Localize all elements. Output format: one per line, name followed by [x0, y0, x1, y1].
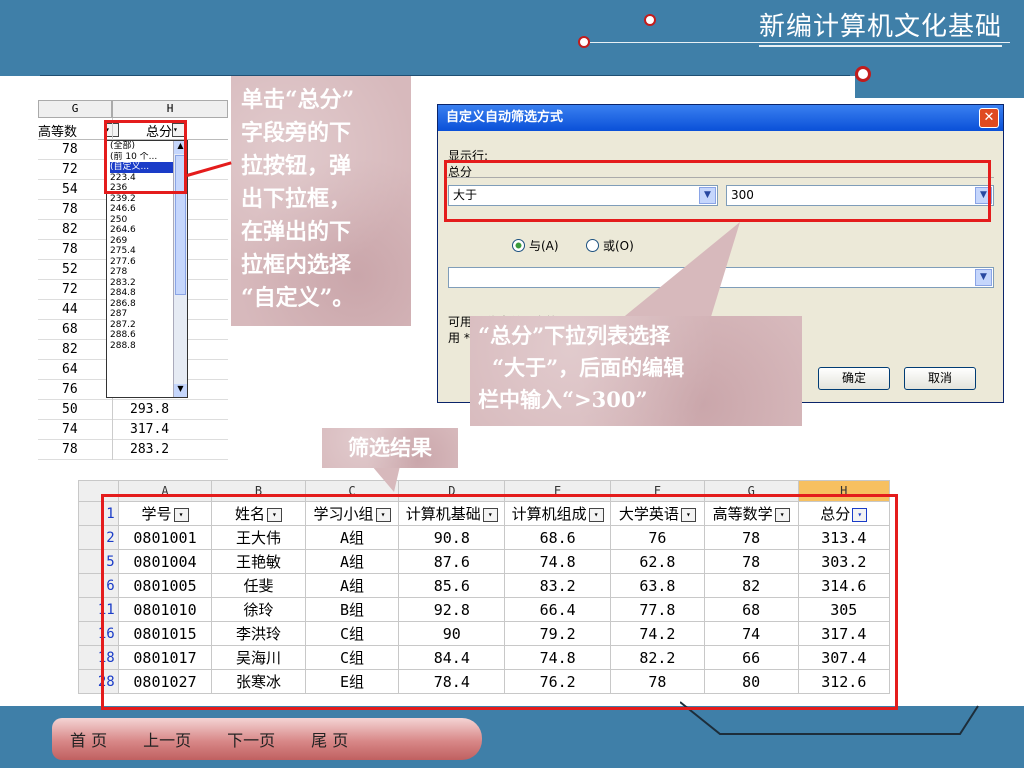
nav-last-button[interactable]: 尾 页 [293, 727, 366, 751]
dropdown-item[interactable]: 284.8 [110, 288, 174, 299]
callout-line: 拉按钮，弹 [241, 153, 352, 179]
and-label: 与(A) [529, 239, 559, 253]
scroll-down-icon[interactable]: ▼ [174, 384, 187, 397]
cancel-button[interactable]: 取消 [904, 367, 976, 390]
gaodeng-cell: 54 [62, 182, 78, 197]
callout-left-text: 单击“总分” 字段旁的下拉按钮，弹出下拉框， 在弹出的下拉框内选择 “自定义”。 [241, 84, 411, 315]
result-label: 筛选结果 [322, 428, 458, 468]
dropdown-item[interactable]: 277.6 [110, 257, 174, 268]
callout-right: “总分”下拉列表选择 “大于”，后面的编辑栏中输入“>300” [470, 316, 802, 426]
dropdown-item[interactable]: 269 [110, 236, 174, 247]
zongfen-cell: 317.4 [130, 422, 170, 437]
callout-line: 栏中输入“>300” [478, 387, 648, 412]
sheet-top-row: 78 283.2 [38, 440, 228, 460]
dropdown-item[interactable]: 286.8 [110, 299, 174, 310]
gaodeng-cell: 76 [62, 382, 78, 397]
callout-line: 在弹出的下 [241, 219, 352, 245]
dropdown-item[interactable]: 264.6 [110, 225, 174, 236]
radio-checked-icon[interactable] [512, 239, 525, 252]
chevron-down-icon[interactable]: ▼ [975, 269, 992, 286]
col-h-header: H [112, 100, 228, 118]
dropdown-item[interactable]: 283.2 [110, 278, 174, 289]
sheet-top-row: 74 317.4 [38, 420, 228, 440]
nav-next-button[interactable]: 下一页 [209, 727, 293, 751]
callout-left: 单击“总分” 字段旁的下拉按钮，弹出下拉框， 在弹出的下拉框内选择 “自定义”。 [231, 76, 411, 326]
callout-line: 出下拉框， [241, 186, 352, 212]
header-divider [40, 75, 850, 76]
ok-button[interactable]: 确定 [818, 367, 890, 390]
result-pointer [372, 466, 400, 492]
callout-line: “总分”下拉列表选择 [478, 323, 671, 348]
highlight-top-left [104, 120, 187, 194]
callout-line: “大于”，后面的编辑 [492, 355, 685, 380]
highlight-dialog-row [444, 160, 991, 222]
gaodeng-cell: 44 [62, 302, 78, 317]
dropdown-item[interactable]: 278 [110, 267, 174, 278]
callout-line: 字段旁的下 [241, 120, 352, 146]
zongfen-cell: 283.2 [130, 442, 170, 457]
gaodeng-cell: 64 [62, 362, 78, 377]
and-radio[interactable]: 与(A) [512, 237, 559, 254]
dialog-titlebar: 自定义自动筛选方式 ✕ [438, 105, 1003, 131]
gaodeng-cell: 52 [62, 262, 78, 277]
dropdown-item[interactable]: 275.4 [110, 246, 174, 257]
close-icon[interactable]: ✕ [979, 108, 999, 128]
header-dot3-icon [855, 66, 871, 82]
gaodeng-cell: 72 [62, 162, 78, 177]
dropdown-item[interactable]: 287 [110, 309, 174, 320]
col-g-header: G [38, 100, 112, 118]
dialog-title: 自定义自动筛选方式 [446, 110, 564, 125]
sheet-top-row: 50 293.8 [38, 400, 228, 420]
dropdown-item[interactable]: 288.6 [110, 330, 174, 341]
callout-line: 拉框内选择 [241, 252, 352, 278]
gaodeng-cell: 82 [62, 222, 78, 237]
header-dot2-icon [578, 36, 590, 48]
gaodeng-cell: 50 [62, 402, 78, 417]
header-title: 新编计算机文化基础 [758, 6, 1002, 47]
dropdown-item[interactable]: 250 [110, 215, 174, 226]
callout-line: 单击“总分” [241, 87, 355, 113]
dropdown-item[interactable]: 246.6 [110, 204, 174, 215]
callout-right-text: “总分”下拉列表选择 “大于”，后面的编辑栏中输入“>300” [478, 320, 802, 416]
header-tail [855, 76, 1024, 98]
nav-first-button[interactable]: 首 页 [52, 727, 125, 751]
gaodeng-cell: 74 [62, 422, 78, 437]
gaodeng-cell: 78 [62, 142, 78, 157]
dropdown-item[interactable]: 288.8 [110, 341, 174, 352]
callout-line: “自定义”。 [241, 285, 355, 311]
dropdown-item[interactable]: 239.2 [110, 194, 174, 205]
gaodeng-cell: 78 [62, 242, 78, 257]
slide-nav: 首 页 上一页 下一页 尾 页 [52, 718, 482, 760]
gaodeng-cell: 78 [62, 442, 78, 457]
gaodeng-cell: 78 [62, 202, 78, 217]
dropdown-item[interactable]: 287.2 [110, 320, 174, 331]
highlight-result [101, 494, 898, 710]
gaodeng-cell: 72 [62, 282, 78, 297]
hdr-gaodeng: 高等数 [38, 125, 78, 140]
gaodeng-cell: 82 [62, 342, 78, 357]
nav-prev-button[interactable]: 上一页 [125, 727, 209, 751]
zongfen-cell: 293.8 [130, 402, 170, 417]
header-dot-icon [644, 14, 656, 26]
gaodeng-cell: 68 [62, 322, 78, 337]
